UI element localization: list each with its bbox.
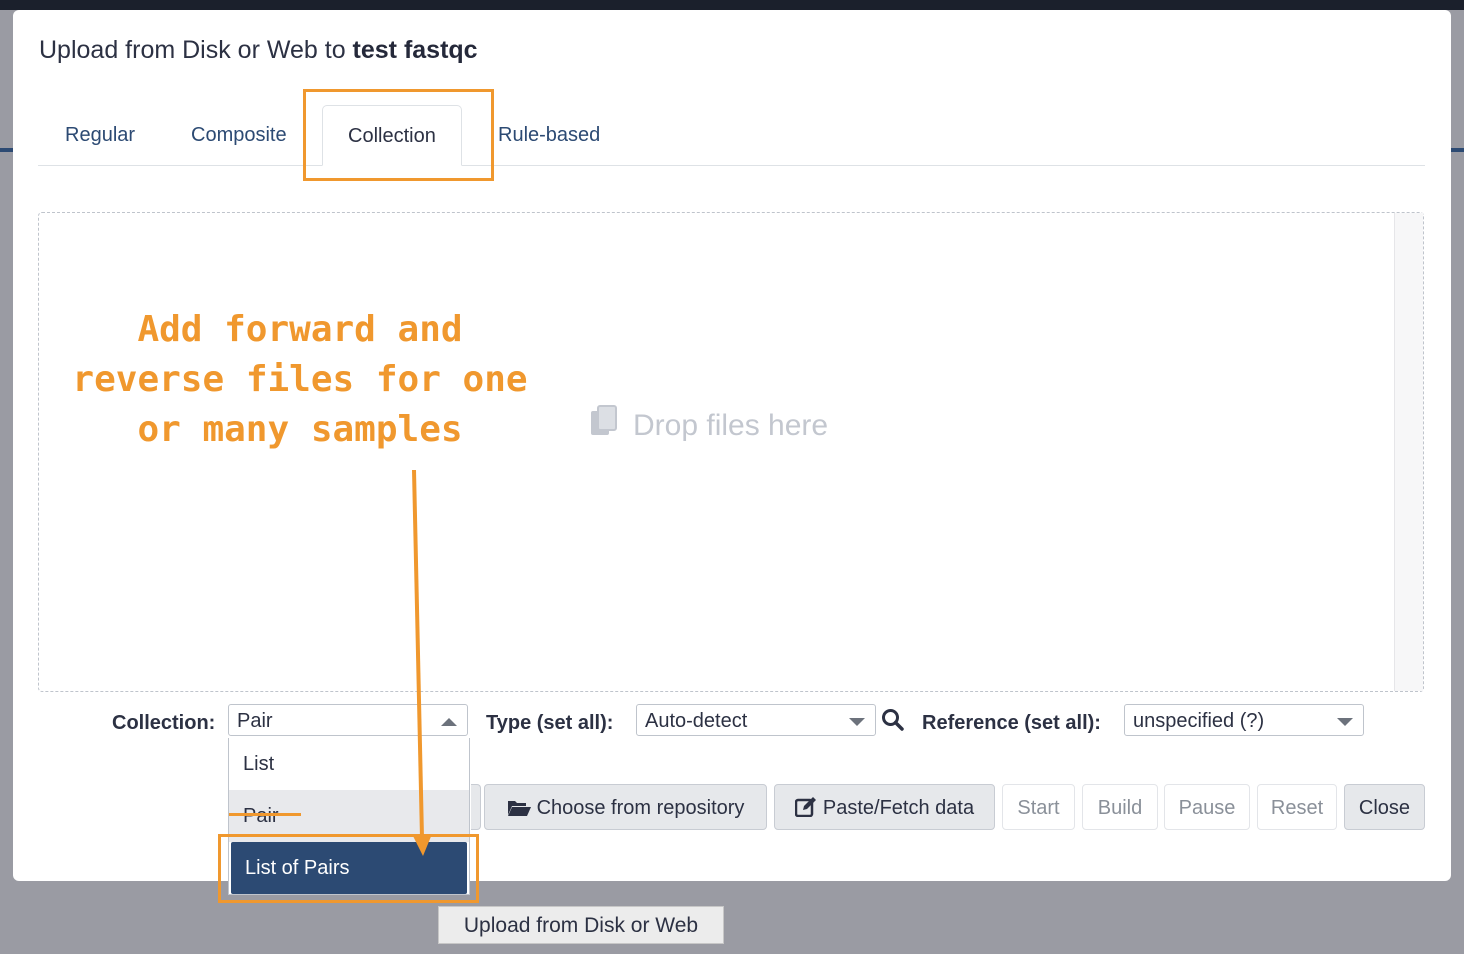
paste-fetch-label: Paste/Fetch data bbox=[822, 797, 975, 819]
tab-regular[interactable]: Regular bbox=[65, 105, 135, 165]
type-label: Type (set all): bbox=[486, 712, 614, 734]
drop-files-text: Drop files here bbox=[633, 409, 829, 442]
type-value: Auto-detect bbox=[645, 710, 748, 732]
pause-button[interactable]: Pause bbox=[1164, 784, 1250, 830]
collection-options-row: Collection: Pair Type (set all): Auto-de… bbox=[13, 704, 1451, 740]
chevron-down-icon bbox=[1337, 718, 1353, 726]
upload-tabs: Regular Composite Collection Rule-based bbox=[38, 105, 1425, 166]
chevron-down-icon bbox=[849, 718, 865, 726]
modal-title-prefix: Upload from Disk or Web to bbox=[39, 36, 353, 64]
edit-icon bbox=[794, 797, 823, 819]
folder-open-icon bbox=[507, 797, 537, 819]
start-button[interactable]: Start bbox=[1002, 784, 1075, 830]
background-stripe bbox=[0, 148, 13, 152]
modal-title: Upload from Disk or Web to test fastqc bbox=[39, 36, 478, 65]
pair-strikethrough bbox=[229, 813, 301, 816]
history-name: test fastqc bbox=[352, 36, 478, 64]
background-stripe bbox=[1451, 148, 1464, 152]
annotation-arrow bbox=[412, 469, 432, 856]
paste-fetch-button[interactable]: Paste/Fetch data bbox=[774, 784, 995, 830]
collection-type-value: Pair bbox=[237, 710, 273, 732]
reference-value: unspecified (?) bbox=[1133, 710, 1265, 732]
type-select[interactable]: Auto-detect bbox=[636, 704, 876, 736]
collection-label: Collection: bbox=[112, 712, 216, 734]
upload-tooltip: Upload from Disk or Web bbox=[438, 906, 724, 944]
tab-composite[interactable]: Composite bbox=[191, 105, 287, 165]
choose-from-repository-button[interactable]: Choose from repository bbox=[484, 784, 767, 830]
copy-files-icon bbox=[589, 405, 633, 447]
reference-select[interactable]: unspecified (?) bbox=[1124, 704, 1364, 736]
close-button[interactable]: Close bbox=[1344, 784, 1425, 830]
tab-rule-based[interactable]: Rule-based bbox=[498, 105, 600, 165]
reference-label: Reference (set all): bbox=[922, 712, 1101, 734]
chevron-up-icon bbox=[441, 718, 457, 726]
build-button[interactable]: Build bbox=[1082, 784, 1158, 830]
collection-tab-highlight bbox=[303, 89, 494, 181]
upload-button-partial[interactable] bbox=[471, 784, 481, 830]
top-navbar bbox=[0, 0, 1464, 10]
annotation-text: Add forward and reverse files for one or… bbox=[72, 309, 528, 450]
drop-zone-scrollbar[interactable] bbox=[1394, 213, 1423, 691]
reset-button[interactable]: Reset bbox=[1257, 784, 1337, 830]
choose-from-repository-label: Choose from repository bbox=[536, 797, 745, 819]
search-icon[interactable] bbox=[881, 708, 905, 737]
drop-zone-message: Drop files here bbox=[589, 405, 828, 447]
